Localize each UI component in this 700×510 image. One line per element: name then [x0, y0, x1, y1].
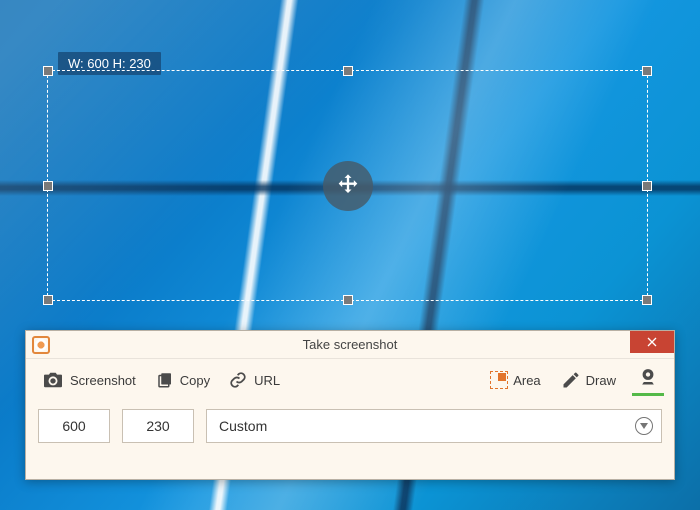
app-icon [32, 336, 50, 354]
move-handle[interactable] [323, 161, 373, 211]
resize-handle-bottom-mid[interactable] [343, 295, 353, 305]
preset-value: Custom [219, 418, 267, 434]
resize-handle-bottom-right[interactable] [642, 295, 652, 305]
window-title: Take screenshot [303, 337, 398, 352]
preset-dropdown[interactable]: Custom [206, 409, 662, 443]
screenshot-label: Screenshot [70, 373, 136, 388]
copy-icon [156, 371, 174, 389]
resize-handle-top-left[interactable] [43, 66, 53, 76]
draw-label: Draw [586, 373, 616, 388]
area-icon [490, 371, 508, 389]
copy-label: Copy [180, 373, 210, 388]
resize-handle-mid-right[interactable] [642, 181, 652, 191]
camera-icon [42, 371, 64, 389]
link-icon [228, 371, 248, 389]
desktop-background: W: 600 H: 230 Take screenshot [0, 0, 700, 510]
titlebar[interactable]: Take screenshot [26, 331, 674, 359]
close-icon [647, 337, 657, 347]
webcam-icon [638, 367, 658, 387]
resize-handle-top-mid[interactable] [343, 66, 353, 76]
height-input[interactable] [122, 409, 194, 443]
chevron-down-icon [635, 417, 653, 435]
toolbar: Screenshot Copy URL Area [26, 359, 674, 401]
move-arrows-icon [334, 172, 362, 200]
area-button[interactable]: Area [484, 367, 546, 393]
resize-handle-top-right[interactable] [642, 66, 652, 76]
width-input[interactable] [38, 409, 110, 443]
resize-handle-bottom-left[interactable] [43, 295, 53, 305]
webcam-button[interactable] [632, 364, 664, 396]
capture-area-selection[interactable] [47, 70, 648, 301]
resize-handle-mid-left[interactable] [43, 181, 53, 191]
screenshot-button[interactable]: Screenshot [36, 367, 142, 393]
url-button[interactable]: URL [222, 367, 286, 393]
screenshot-panel: Take screenshot Screenshot Copy [25, 330, 675, 480]
url-label: URL [254, 373, 280, 388]
close-button[interactable] [630, 331, 674, 353]
pencil-icon [561, 370, 581, 390]
inputs-row: Custom [26, 401, 674, 451]
area-label: Area [513, 373, 540, 388]
copy-button[interactable]: Copy [150, 367, 216, 393]
draw-button[interactable]: Draw [555, 366, 622, 394]
